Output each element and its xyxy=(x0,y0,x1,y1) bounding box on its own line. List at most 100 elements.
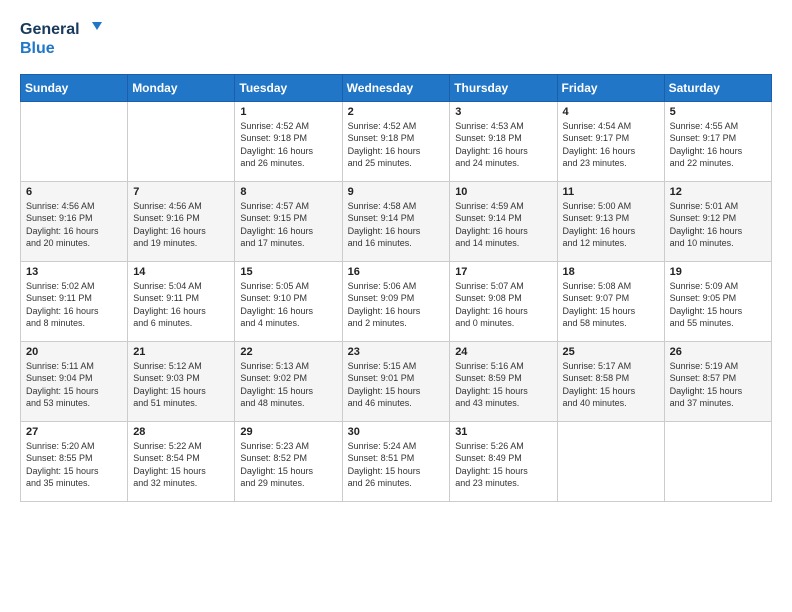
calendar-header-thursday: Thursday xyxy=(450,74,557,101)
day-number: 31 xyxy=(455,426,551,438)
day-content: Sunrise: 5:20 AM Sunset: 8:55 PM Dayligh… xyxy=(26,440,122,490)
calendar-week-row: 1 Sunrise: 4:52 AM Sunset: 9:18 PM Daylig… xyxy=(21,101,772,181)
calendar-cell: 1 Sunrise: 4:52 AM Sunset: 9:18 PM Daylig… xyxy=(235,101,342,181)
calendar-cell: 28Sunrise: 5:22 AM Sunset: 8:54 PM Dayli… xyxy=(128,421,235,501)
day-content: Sunrise: 4:52 AM Sunset: 9:18 PM Dayligh… xyxy=(240,120,336,170)
day-number: 24 xyxy=(455,346,551,358)
calendar-table: SundayMondayTuesdayWednesdayThursdayFrid… xyxy=(20,74,772,502)
calendar-cell xyxy=(21,101,128,181)
day-number: 8 xyxy=(240,186,336,198)
day-content: Sunrise: 4:56 AM Sunset: 9:16 PM Dayligh… xyxy=(26,200,122,250)
calendar-cell: 20 Sunrise: 5:11 AM Sunset: 9:04 PM Dayli… xyxy=(21,341,128,421)
day-content: Sunrise: 5:09 AM Sunset: 9:05 PM Dayligh… xyxy=(670,280,766,330)
day-number: 13 xyxy=(26,266,122,278)
logo-bird-icon xyxy=(82,20,102,40)
calendar-cell: 16 Sunrise: 5:06 AM Sunset: 9:09 PM Dayli… xyxy=(342,261,450,341)
day-content: Sunrise: 5:15 AM Sunset: 9:01 PM Dayligh… xyxy=(348,360,445,410)
calendar-header-friday: Friday xyxy=(557,74,664,101)
page-header: General Blue xyxy=(20,20,772,58)
calendar-cell: 11 Sunrise: 5:00 AM Sunset: 9:13 PM Dayli… xyxy=(557,181,664,261)
day-number: 29 xyxy=(240,426,336,438)
calendar-cell: 12 Sunrise: 5:01 AM Sunset: 9:12 PM Dayli… xyxy=(664,181,771,261)
day-content: Sunrise: 4:53 AM Sunset: 9:18 PM Dayligh… xyxy=(455,120,551,170)
day-number: 10 xyxy=(455,186,551,198)
day-content: Sunrise: 4:56 AM Sunset: 9:16 PM Dayligh… xyxy=(133,200,229,250)
day-content: Sunrise: 5:04 AM Sunset: 9:11 PM Dayligh… xyxy=(133,280,229,330)
calendar-cell: 15 Sunrise: 5:05 AM Sunset: 9:10 PM Dayli… xyxy=(235,261,342,341)
day-content: Sunrise: 4:54 AM Sunset: 9:17 PM Dayligh… xyxy=(563,120,659,170)
day-number: 11 xyxy=(563,186,659,198)
calendar-header-tuesday: Tuesday xyxy=(235,74,342,101)
day-content: Sunrise: 5:26 AM Sunset: 8:49 PM Dayligh… xyxy=(455,440,551,490)
calendar-cell: 8 Sunrise: 4:57 AM Sunset: 9:15 PM Daylig… xyxy=(235,181,342,261)
day-number: 6 xyxy=(26,186,122,198)
day-number: 28 xyxy=(133,426,229,438)
day-number: 25 xyxy=(563,346,659,358)
day-content: Sunrise: 5:01 AM Sunset: 9:12 PM Dayligh… xyxy=(670,200,766,250)
calendar-cell: 18Sunrise: 5:08 AM Sunset: 9:07 PM Dayli… xyxy=(557,261,664,341)
calendar-cell: 17Sunrise: 5:07 AM Sunset: 9:08 PM Dayli… xyxy=(450,261,557,341)
day-content: Sunrise: 5:00 AM Sunset: 9:13 PM Dayligh… xyxy=(563,200,659,250)
day-content: Sunrise: 5:02 AM Sunset: 9:11 PM Dayligh… xyxy=(26,280,122,330)
logo-general: General xyxy=(20,21,80,39)
day-content: Sunrise: 5:05 AM Sunset: 9:10 PM Dayligh… xyxy=(240,280,336,330)
calendar-cell: 13 Sunrise: 5:02 AM Sunset: 9:11 PM Dayli… xyxy=(21,261,128,341)
calendar-week-row: 13 Sunrise: 5:02 AM Sunset: 9:11 PM Dayli… xyxy=(21,261,772,341)
day-number: 30 xyxy=(348,426,445,438)
day-content: Sunrise: 5:06 AM Sunset: 9:09 PM Dayligh… xyxy=(348,280,445,330)
calendar-cell: 14 Sunrise: 5:04 AM Sunset: 9:11 PM Dayli… xyxy=(128,261,235,341)
logo-blue: Blue xyxy=(20,40,102,58)
day-number: 16 xyxy=(348,266,445,278)
day-content: Sunrise: 5:11 AM Sunset: 9:04 PM Dayligh… xyxy=(26,360,122,410)
calendar-cell: 19 Sunrise: 5:09 AM Sunset: 9:05 PM Dayli… xyxy=(664,261,771,341)
calendar-cell: 27 Sunrise: 5:20 AM Sunset: 8:55 PM Dayli… xyxy=(21,421,128,501)
day-content: Sunrise: 4:55 AM Sunset: 9:17 PM Dayligh… xyxy=(670,120,766,170)
day-number: 20 xyxy=(26,346,122,358)
calendar-header-monday: Monday xyxy=(128,74,235,101)
calendar-cell xyxy=(557,421,664,501)
calendar-cell: 23 Sunrise: 5:15 AM Sunset: 9:01 PM Dayli… xyxy=(342,341,450,421)
day-number: 17 xyxy=(455,266,551,278)
calendar-header-sunday: Sunday xyxy=(21,74,128,101)
calendar-week-row: 20 Sunrise: 5:11 AM Sunset: 9:04 PM Dayli… xyxy=(21,341,772,421)
day-number: 5 xyxy=(670,106,766,118)
day-content: Sunrise: 5:19 AM Sunset: 8:57 PM Dayligh… xyxy=(670,360,766,410)
day-number: 3 xyxy=(455,106,551,118)
calendar-cell: 9Sunrise: 4:58 AM Sunset: 9:14 PM Daylig… xyxy=(342,181,450,261)
day-number: 15 xyxy=(240,266,336,278)
calendar-cell: 24 Sunrise: 5:16 AM Sunset: 8:59 PM Dayli… xyxy=(450,341,557,421)
day-content: Sunrise: 4:59 AM Sunset: 9:14 PM Dayligh… xyxy=(455,200,551,250)
day-content: Sunrise: 5:12 AM Sunset: 9:03 PM Dayligh… xyxy=(133,360,229,410)
calendar-cell: 2Sunrise: 4:52 AM Sunset: 9:18 PM Daylig… xyxy=(342,101,450,181)
calendar-header-row: SundayMondayTuesdayWednesdayThursdayFrid… xyxy=(21,74,772,101)
calendar-cell: 6 Sunrise: 4:56 AM Sunset: 9:16 PM Daylig… xyxy=(21,181,128,261)
calendar-cell: 25 Sunrise: 5:17 AM Sunset: 8:58 PM Dayli… xyxy=(557,341,664,421)
calendar-cell: 30 Sunrise: 5:24 AM Sunset: 8:51 PM Dayli… xyxy=(342,421,450,501)
day-number: 18 xyxy=(563,266,659,278)
calendar-cell: 21 Sunrise: 5:12 AM Sunset: 9:03 PM Dayli… xyxy=(128,341,235,421)
logo-container: General Blue xyxy=(20,20,102,58)
calendar-header-wednesday: Wednesday xyxy=(342,74,450,101)
calendar-header-saturday: Saturday xyxy=(664,74,771,101)
day-number: 12 xyxy=(670,186,766,198)
day-number: 27 xyxy=(26,426,122,438)
day-number: 9 xyxy=(348,186,445,198)
day-number: 1 xyxy=(240,106,336,118)
day-number: 7 xyxy=(133,186,229,198)
day-number: 4 xyxy=(563,106,659,118)
day-number: 14 xyxy=(133,266,229,278)
day-content: Sunrise: 5:24 AM Sunset: 8:51 PM Dayligh… xyxy=(348,440,445,490)
day-number: 23 xyxy=(348,346,445,358)
day-content: Sunrise: 5:17 AM Sunset: 8:58 PM Dayligh… xyxy=(563,360,659,410)
day-number: 22 xyxy=(240,346,336,358)
day-content: Sunrise: 5:16 AM Sunset: 8:59 PM Dayligh… xyxy=(455,360,551,410)
calendar-cell: 22Sunrise: 5:13 AM Sunset: 9:02 PM Dayli… xyxy=(235,341,342,421)
calendar-cell: 3 Sunrise: 4:53 AM Sunset: 9:18 PM Daylig… xyxy=(450,101,557,181)
calendar-cell: 10 Sunrise: 4:59 AM Sunset: 9:14 PM Dayli… xyxy=(450,181,557,261)
day-number: 21 xyxy=(133,346,229,358)
calendar-cell xyxy=(128,101,235,181)
day-number: 19 xyxy=(670,266,766,278)
calendar-week-row: 27 Sunrise: 5:20 AM Sunset: 8:55 PM Dayli… xyxy=(21,421,772,501)
day-content: Sunrise: 4:57 AM Sunset: 9:15 PM Dayligh… xyxy=(240,200,336,250)
calendar-cell xyxy=(664,421,771,501)
